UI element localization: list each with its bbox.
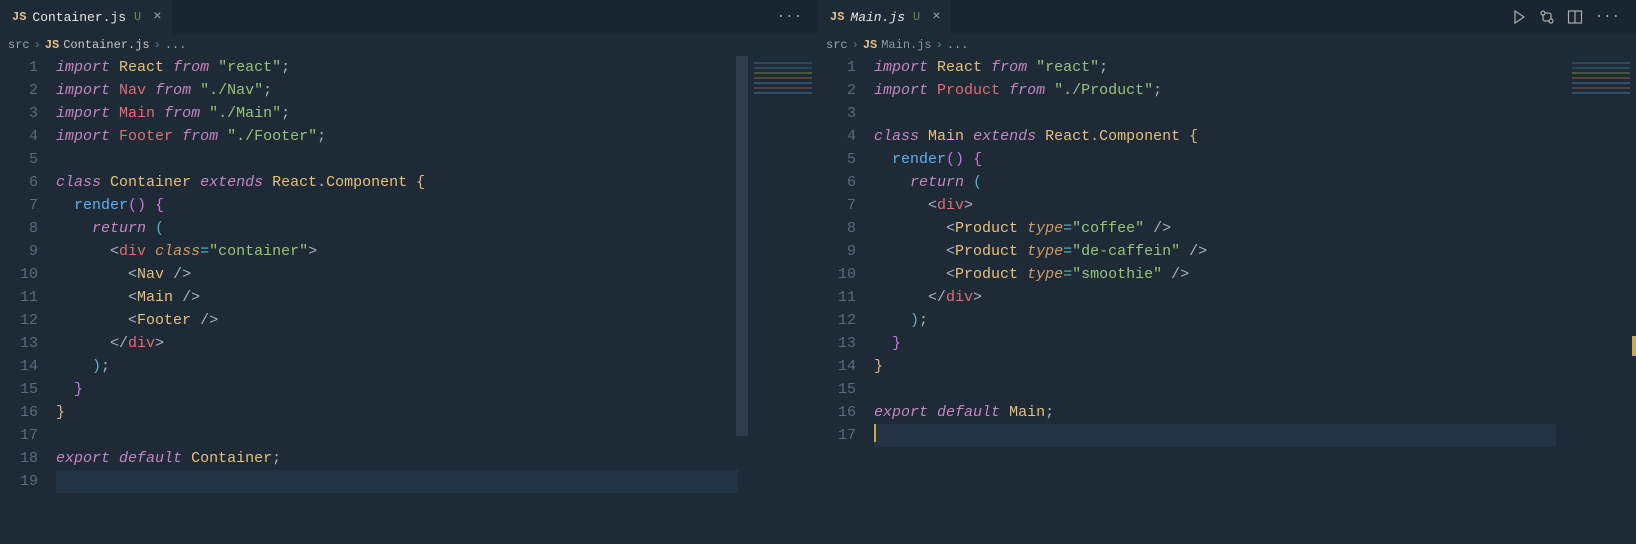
breadcrumb-folder: src (826, 38, 848, 52)
line-gutter: 12345678910111213141516171819 (0, 56, 56, 544)
scrollbar[interactable] (736, 56, 748, 544)
diff-icon[interactable] (1539, 9, 1555, 25)
close-icon[interactable]: × (932, 9, 940, 25)
git-status-badge: U (913, 10, 920, 24)
split-editor-icon[interactable] (1567, 9, 1583, 25)
breadcrumb-tail: ... (165, 38, 187, 52)
tab-label: Container.js (32, 10, 126, 25)
breadcrumb-file: Main.js (881, 38, 931, 52)
editor-pane-right: JS Main.js U × ··· src › JS Main.js › ..… (818, 0, 1636, 544)
code-area[interactable]: import React from "react"; import Nav fr… (56, 56, 818, 544)
js-file-icon: JS (863, 38, 877, 52)
js-file-icon: JS (45, 38, 59, 52)
breadcrumb[interactable]: src › JS Main.js › ... (818, 34, 1636, 56)
overview-marker (1632, 336, 1636, 356)
tab-label: Main.js (850, 10, 905, 25)
close-icon[interactable]: × (153, 9, 161, 25)
code-area[interactable]: import React from "react"; import Produc… (874, 56, 1636, 544)
breadcrumb-file: Container.js (63, 38, 149, 52)
tab-bar: JS Main.js U × ··· (818, 0, 1636, 34)
line-gutter: 1234567891011121314151617 (818, 56, 874, 544)
minimap[interactable] (748, 56, 818, 544)
breadcrumb-folder: src (8, 38, 30, 52)
chevron-right-icon: › (936, 38, 943, 52)
tab-bar: JS Container.js U × ··· (0, 0, 818, 34)
breadcrumb[interactable]: src › JS Container.js › ... (0, 34, 818, 56)
tab-container-js[interactable]: JS Container.js U × (0, 0, 172, 34)
cursor (874, 424, 876, 442)
editor-pane-left: JS Container.js U × ··· src › JS Contain… (0, 0, 818, 544)
js-file-icon: JS (830, 10, 844, 24)
minimap[interactable] (1566, 56, 1636, 544)
code-editor[interactable]: 12345678910111213141516171819 import Rea… (0, 56, 818, 544)
run-icon[interactable] (1511, 9, 1527, 25)
code-editor[interactable]: 1234567891011121314151617 import React f… (818, 56, 1636, 544)
chevron-right-icon: › (154, 38, 161, 52)
more-icon[interactable]: ··· (777, 9, 802, 25)
chevron-right-icon: › (852, 38, 859, 52)
js-file-icon: JS (12, 10, 26, 24)
tab-main-js[interactable]: JS Main.js U × (818, 0, 951, 34)
more-icon[interactable]: ··· (1595, 9, 1620, 25)
chevron-right-icon: › (34, 38, 41, 52)
breadcrumb-tail: ... (947, 38, 969, 52)
git-status-badge: U (134, 10, 141, 24)
